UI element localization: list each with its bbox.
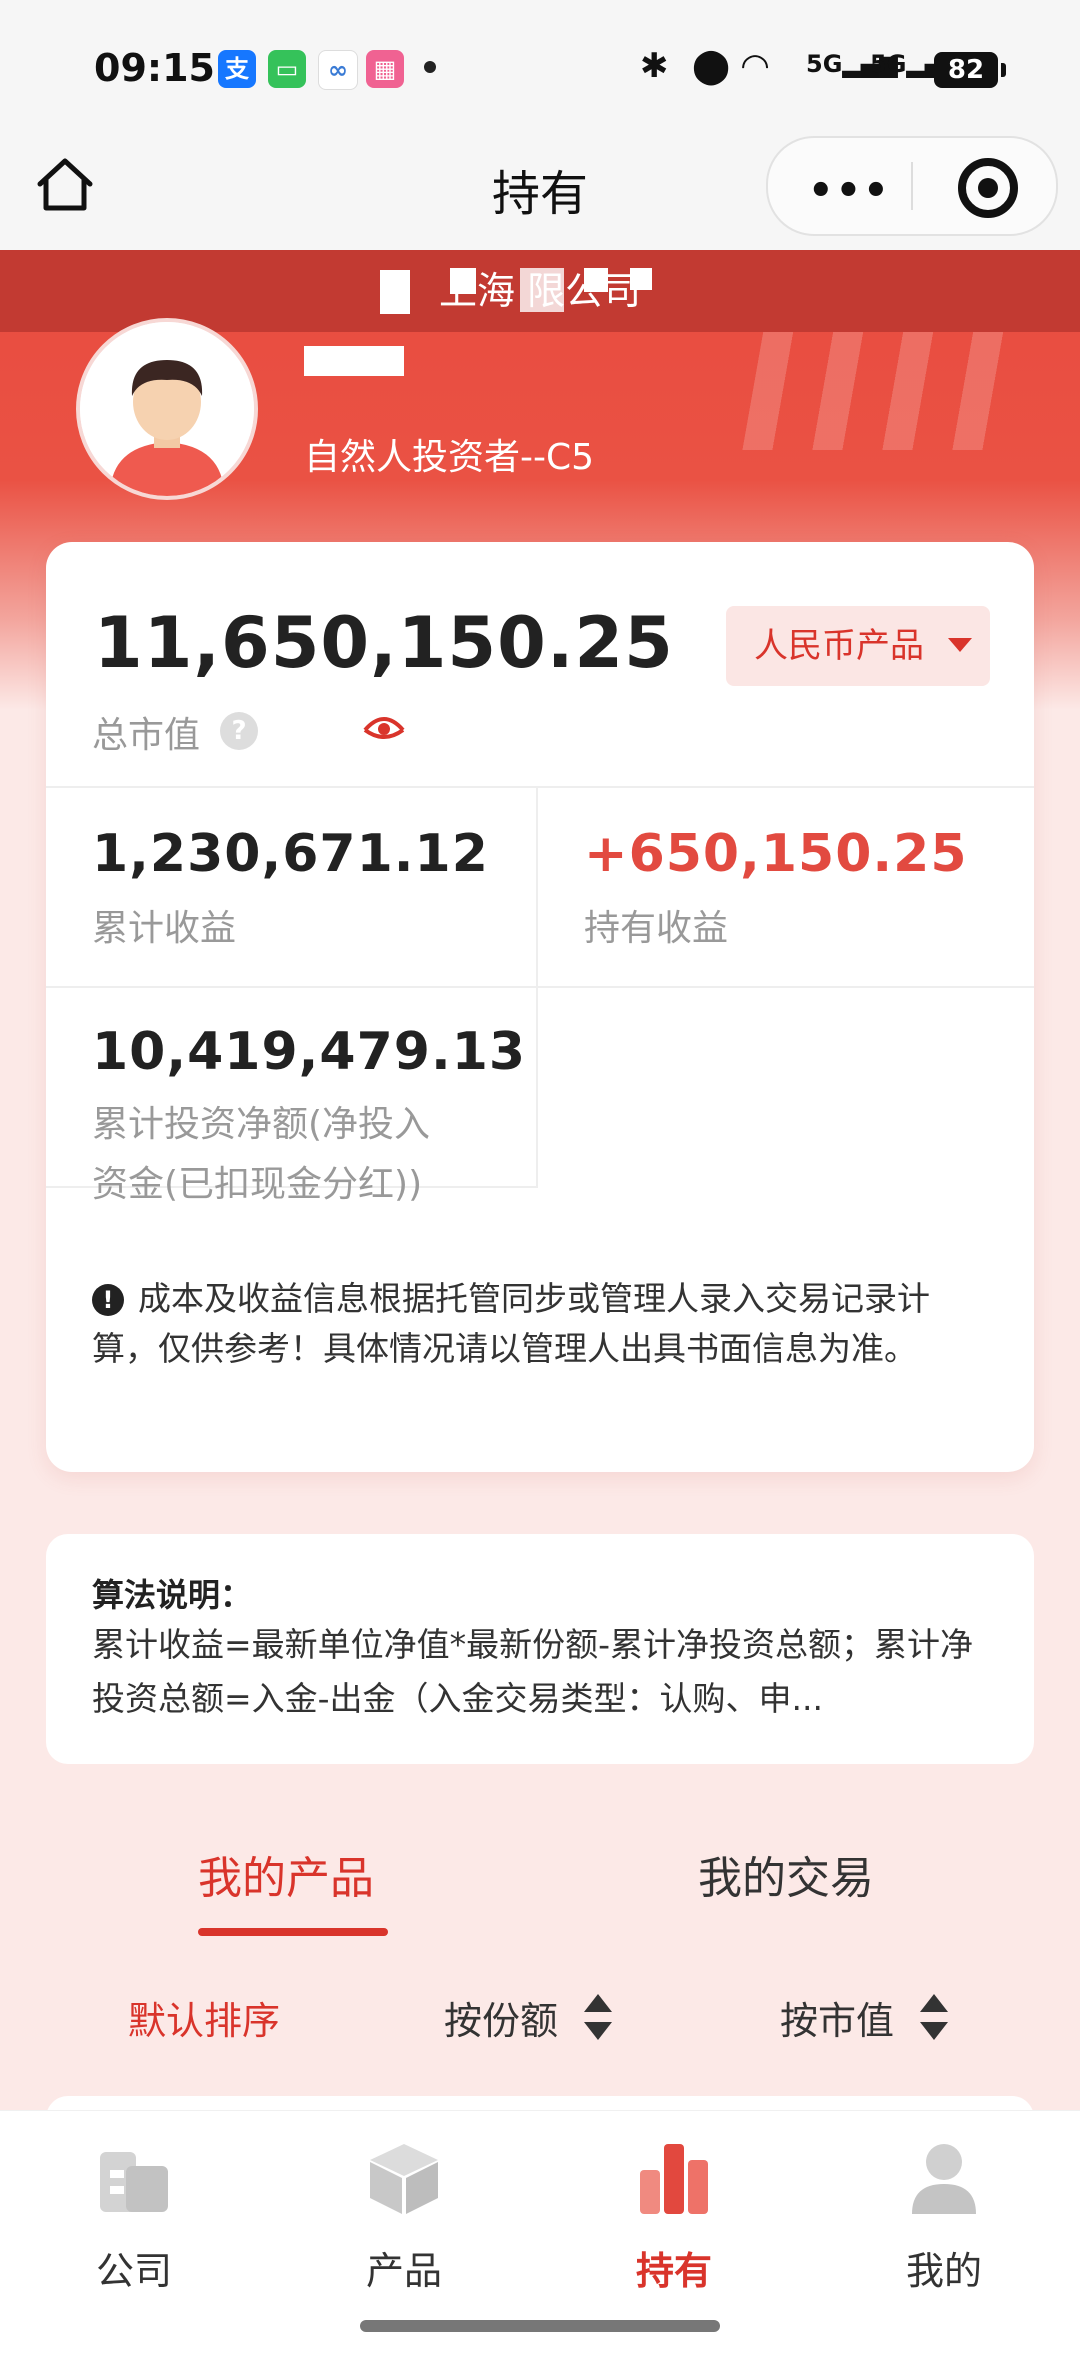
bottom-tab-products[interactable]: 产品 — [314, 2140, 494, 2295]
building-icon — [100, 2152, 168, 2212]
cumulative-income-label: 累计收益 — [92, 908, 237, 949]
app-icon: ∞ — [318, 50, 358, 90]
bar-chart-icon — [640, 2144, 708, 2214]
photos-icon: ▦ — [366, 50, 404, 88]
eye-icon[interactable] — [362, 712, 406, 742]
battery-indicator: 82 — [934, 52, 1006, 88]
redaction-mask — [450, 268, 476, 294]
close-target-icon[interactable] — [958, 158, 1018, 218]
investor-type: 自然人投资者--C5 — [304, 437, 595, 478]
net-investment-label-line1: 累计投资净额(净投入 — [92, 1104, 431, 1145]
more-button[interactable]: ••• — [808, 168, 891, 214]
tab-my-products[interactable]: 我的产品 — [198, 1842, 374, 1906]
help-icon[interactable]: ? — [220, 712, 258, 750]
divider — [46, 986, 1034, 988]
currency-filter-label: 人民币产品 — [754, 626, 924, 666]
bottom-tab-mine-label: 我的 — [905, 2249, 982, 2293]
bottom-tab-holdings[interactable]: 持有 — [584, 2140, 764, 2295]
sort-arrows-icon[interactable] — [584, 1994, 612, 2040]
holding-income-value: +650,150.25 — [584, 824, 968, 884]
redaction-mask — [520, 268, 564, 312]
net-investment-label-line2: 资金(已扣现金分红)) — [92, 1164, 423, 1205]
holding-income-label: 持有收益 — [584, 908, 729, 949]
alipay-icon: 支 — [218, 50, 256, 88]
warning-icon: ! — [92, 1284, 124, 1316]
mini-program-capsule: ••• — [766, 136, 1058, 236]
location-icon: ⬤ — [692, 46, 731, 86]
disclaimer-text: 成本及收益信息根据托管同步或管理人录入交易记录计算，仅供参考！具体情况请以管理人… — [92, 1279, 930, 1368]
divider — [46, 786, 1034, 788]
wifi-icon: ◠ — [742, 46, 769, 86]
person-avatar-icon — [80, 322, 254, 496]
redaction-mask — [380, 270, 410, 314]
algorithm-title: 算法说明： — [92, 1576, 253, 1614]
disclaimer-notice: ! 成本及收益信息根据托管同步或管理人录入交易记录计算，仅供参考！具体情况请以管理… — [92, 1274, 992, 1374]
net-investment-value: 10,419,479.13 — [92, 1022, 527, 1082]
user-icon — [912, 2144, 976, 2214]
bottom-tab-mine[interactable]: 我的 — [854, 2140, 1034, 2295]
box-icon — [370, 2144, 438, 2214]
sort-by-shares[interactable]: 按份额 — [444, 1990, 558, 2045]
active-tab-indicator — [198, 1928, 388, 1936]
redaction-mask — [630, 268, 652, 290]
home-indicator[interactable] — [360, 2320, 720, 2332]
total-market-value-label: 总市值 — [92, 715, 201, 756]
cumulative-income-value: 1,230,671.12 — [92, 824, 489, 884]
sort-by-value[interactable]: 按市值 — [780, 1990, 894, 2045]
bottom-tab-company[interactable]: 公司 — [44, 2140, 224, 2295]
avatar[interactable] — [76, 318, 258, 500]
messages-icon: ▭ — [268, 50, 306, 88]
bottom-tab-holdings-label: 持有 — [635, 2249, 712, 2293]
asset-summary-card: 11,650,150.25 总市值 ? 人民币产品 1,230,671.12 累… — [46, 542, 1034, 1472]
currency-filter-dropdown[interactable]: 人民币产品 — [726, 606, 990, 686]
sort-default[interactable]: 默认排序 — [128, 1990, 280, 2045]
algorithm-explanation-card[interactable]: 算法说明： 累计收益=最新单位净值*最新份额-累计净投资总额；累计净投资总额=入… — [46, 1534, 1034, 1764]
redaction-mask — [584, 268, 608, 292]
bottom-tab-products-label: 产品 — [365, 2249, 442, 2293]
tab-my-transactions[interactable]: 我的交易 — [698, 1842, 874, 1906]
bluetooth-icon: ✱ — [640, 46, 669, 86]
caret-down-icon — [948, 638, 972, 652]
sort-arrows-icon[interactable] — [920, 1994, 948, 2040]
algorithm-text: 累计收益=最新单位净值*最新份额-累计净投资总额；累计净投资总额=入金-出金（入… — [92, 1625, 974, 1718]
status-time: 09:15 — [94, 46, 215, 90]
capsule-divider — [911, 162, 913, 210]
total-market-value: 11,650,150.25 — [94, 602, 674, 684]
redacted-name — [304, 346, 404, 376]
more-notifications-icon — [424, 61, 436, 73]
bottom-tab-company-label: 公司 — [95, 2249, 172, 2293]
